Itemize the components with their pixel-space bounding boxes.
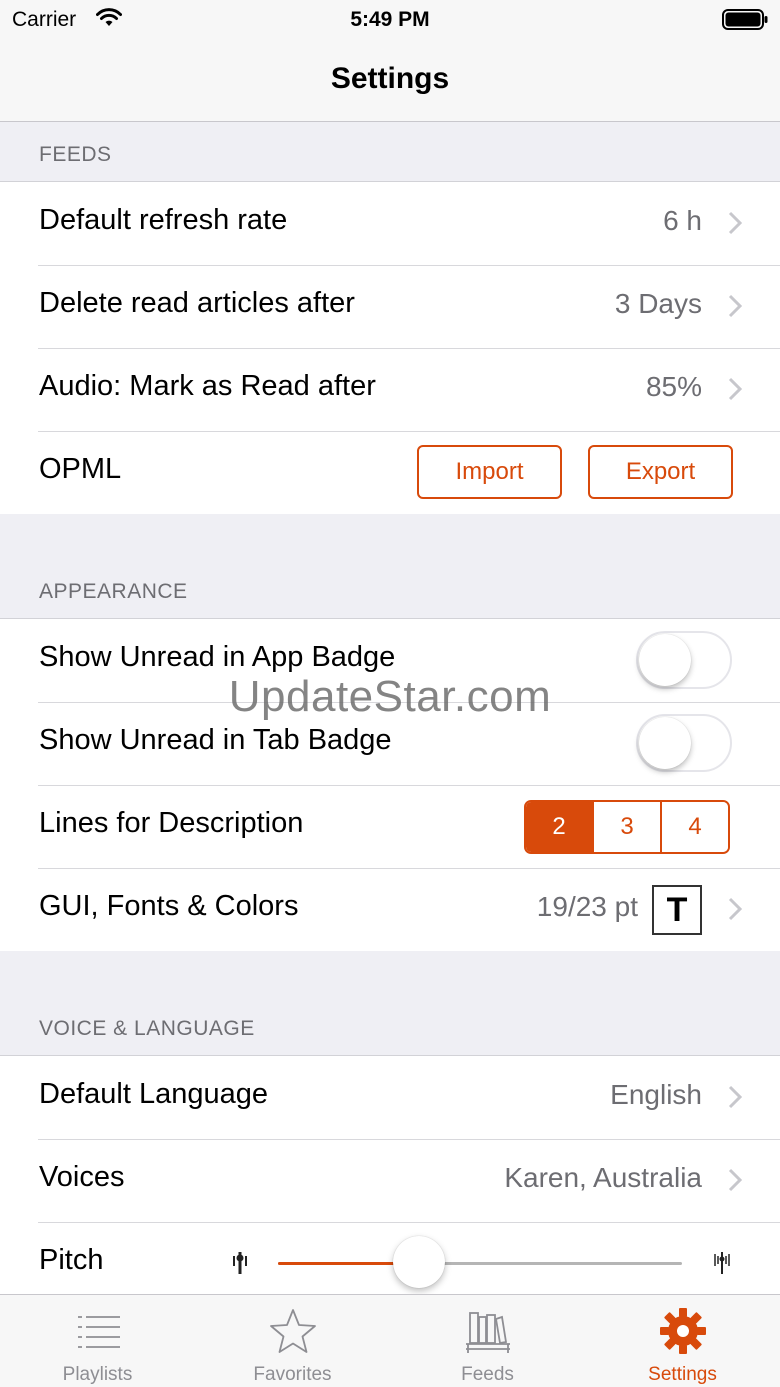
pitch-row: Pitch	[0, 1222, 780, 1305]
voice-group: Default Language English Voices Karen, A…	[0, 1056, 780, 1306]
row-label: Show Unread in App Badge	[39, 641, 396, 673]
section-header-voice: VOICE & LANGUAGE	[0, 951, 780, 1056]
row-value: English	[610, 1079, 702, 1110]
voices-row[interactable]: Voices Karen, Australia	[0, 1139, 780, 1222]
slider-thumb[interactable]	[393, 1236, 446, 1288]
font-preview-icon: T	[652, 885, 702, 935]
battery-icon	[722, 9, 768, 30]
list-icon	[77, 1316, 120, 1348]
section-header-appearance: APPEARANCE	[0, 514, 780, 619]
pitch-slider[interactable]	[278, 1236, 682, 1288]
gui-fonts-colors-row[interactable]: GUI, Fonts & Colors 19/23 pt T	[0, 868, 780, 951]
gear-icon	[659, 1308, 706, 1354]
tab-label: Playlists	[62, 1364, 133, 1385]
row-label: Lines for Description	[39, 807, 304, 839]
row-label: Pitch	[39, 1244, 104, 1276]
section-header-feeds: FEEDS	[0, 122, 780, 182]
toggle-knob	[639, 717, 691, 769]
chevron-right-icon	[728, 211, 742, 235]
refresh-rate-row[interactable]: Default refresh rate 6 h	[0, 182, 780, 265]
section-title: VOICE & LANGUAGE	[39, 1017, 255, 1040]
lines-description-row: Lines for Description 2 3 4	[0, 785, 780, 868]
row-label: Default refresh rate	[39, 204, 288, 236]
row-label: Voices	[39, 1161, 125, 1193]
export-button[interactable]: Export	[588, 445, 733, 499]
row-label: Show Unread in Tab Badge	[39, 724, 392, 756]
appearance-group: Show Unread in App Badge Show Unread in …	[0, 619, 780, 952]
default-language-row[interactable]: Default Language English	[0, 1056, 780, 1139]
pitch-low-icon	[233, 1252, 247, 1274]
row-value: 85%	[645, 371, 702, 402]
import-button[interactable]: Import	[417, 445, 562, 499]
segment-3[interactable]: 3	[592, 802, 660, 852]
row-value: Karen, Australia	[504, 1162, 702, 1193]
tab-settings[interactable]: Settings	[585, 1295, 780, 1387]
star-icon	[269, 1309, 316, 1353]
tab-playlists[interactable]: Playlists	[0, 1295, 195, 1387]
feeds-group: Default refresh rate 6 h Delete read art…	[0, 182, 780, 515]
row-label: Delete read articles after	[39, 287, 355, 319]
delete-articles-row[interactable]: Delete read articles after 3 Days	[0, 265, 780, 348]
status-bar: Carrier 5:49 PM	[0, 0, 780, 40]
chevron-right-icon	[728, 377, 742, 401]
row-label: Audio: Mark as Read after	[39, 370, 376, 402]
tab-bar: Playlists Favorites Feeds Settings	[0, 1294, 780, 1387]
font-size-value: 19/23 pt	[536, 891, 638, 922]
tab-label: Settings	[648, 1364, 717, 1385]
section-title: FEEDS	[39, 143, 112, 166]
chevron-right-icon	[728, 1085, 742, 1109]
row-label: GUI, Fonts & Colors	[39, 890, 299, 922]
opml-row: OPML Import Export	[0, 431, 780, 514]
tab-badge-toggle[interactable]	[636, 714, 732, 772]
row-label: OPML	[39, 453, 122, 485]
chevron-right-icon	[728, 1168, 742, 1192]
tab-label: Favorites	[253, 1364, 332, 1385]
tab-label: Feeds	[461, 1364, 514, 1385]
row-value: 3 Days	[614, 288, 702, 319]
navigation-bar: Settings	[0, 40, 780, 122]
watermark-text: UpdateStar.com	[228, 672, 552, 721]
pitch-high-icon	[714, 1252, 730, 1274]
lines-segmented-control: 2 3 4	[524, 800, 730, 854]
audio-mark-read-row[interactable]: Audio: Mark as Read after 85%	[0, 348, 780, 431]
segment-4[interactable]: 4	[660, 802, 728, 852]
page-title: Settings	[330, 62, 450, 95]
bookshelf-icon	[465, 1312, 510, 1353]
tab-feeds[interactable]: Feeds	[390, 1295, 585, 1387]
section-title: APPEARANCE	[39, 580, 188, 603]
chevron-right-icon	[728, 897, 742, 921]
clock: 5:49 PM	[350, 8, 430, 31]
segment-2[interactable]: 2	[526, 802, 592, 852]
row-label: Default Language	[39, 1078, 268, 1110]
tab-favorites[interactable]: Favorites	[195, 1295, 390, 1387]
chevron-right-icon	[728, 294, 742, 318]
row-value: 6 h	[663, 205, 702, 236]
